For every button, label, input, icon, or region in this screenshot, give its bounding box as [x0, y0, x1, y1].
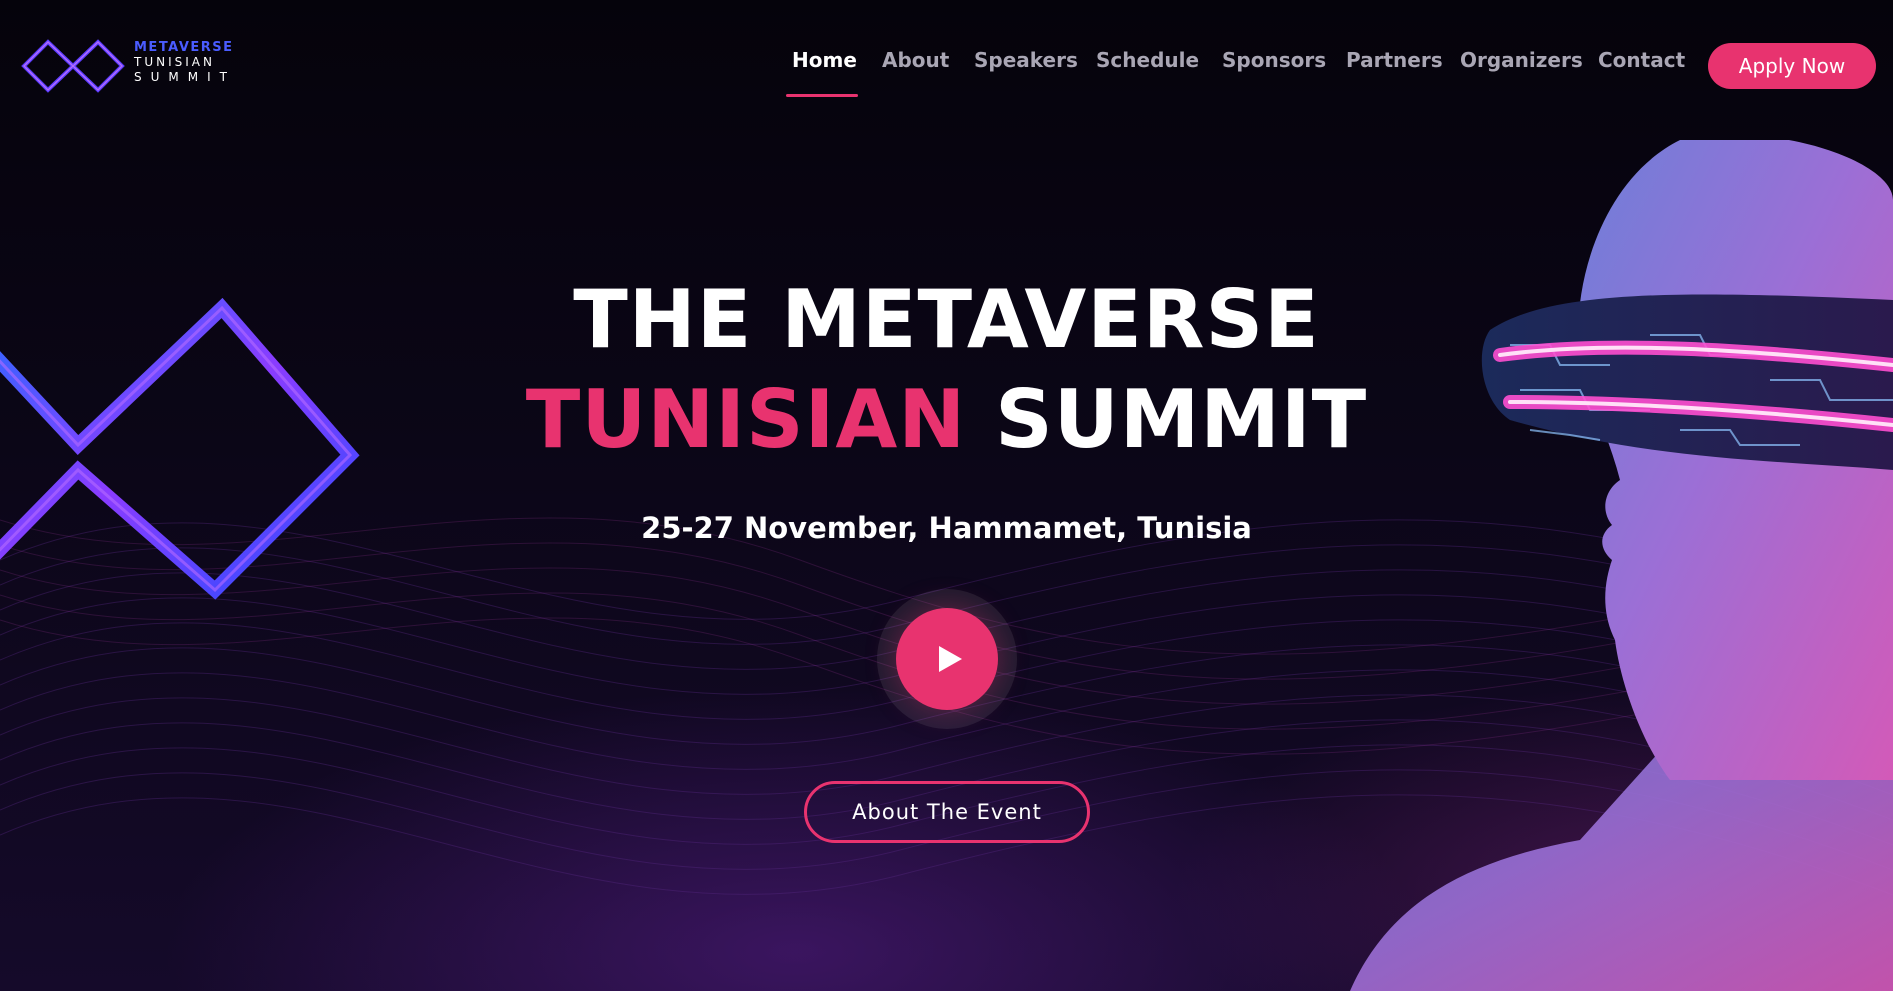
site-logo[interactable]: METAVERSE TUNISIAN SUMMIT [20, 38, 250, 94]
logo-line-summit: SUMMIT [134, 70, 236, 84]
hero-title-line1: THE METAVERSE [573, 273, 1320, 366]
infinity-diamond-logo-icon [21, 39, 125, 93]
site-header: METAVERSE TUNISIAN SUMMIT Home About Spe… [0, 0, 1893, 130]
nav-item-organizers[interactable]: Organizers [1460, 48, 1583, 72]
hero-section: METAVERSE TUNISIAN SUMMIT Home About Spe… [0, 0, 1893, 991]
nav-item-home[interactable]: Home [792, 48, 857, 72]
nav-item-schedule[interactable]: Schedule [1096, 48, 1199, 72]
apply-now-button[interactable]: Apply Now [1708, 43, 1876, 89]
event-date-location: 25-27 November, Hammamet, Tunisia [641, 511, 1252, 545]
nav-item-sponsors[interactable]: Sponsors [1222, 48, 1326, 72]
logo-line-metaverse: METAVERSE [134, 40, 234, 55]
nav-item-partners[interactable]: Partners [1346, 48, 1443, 72]
vr-headset-figure-image [1350, 140, 1893, 991]
nav-active-underline [786, 94, 858, 97]
hero-title-line2: TUNISIAN SUMMIT [0, 372, 1893, 468]
nav-item-contact[interactable]: Contact [1598, 48, 1685, 72]
play-video-button[interactable] [896, 608, 998, 710]
nav-item-about[interactable]: About [882, 48, 949, 72]
logo-line-tunisian: TUNISIAN [134, 55, 215, 69]
about-the-event-button[interactable]: About The Event [804, 781, 1090, 843]
hero-title-rest: SUMMIT [995, 373, 1368, 466]
nav-item-speakers[interactable]: Speakers [974, 48, 1078, 72]
logo-wordmark: METAVERSE TUNISIAN SUMMIT [134, 40, 254, 85]
hero-title-accent: TUNISIAN [525, 373, 967, 466]
play-icon [939, 646, 962, 672]
